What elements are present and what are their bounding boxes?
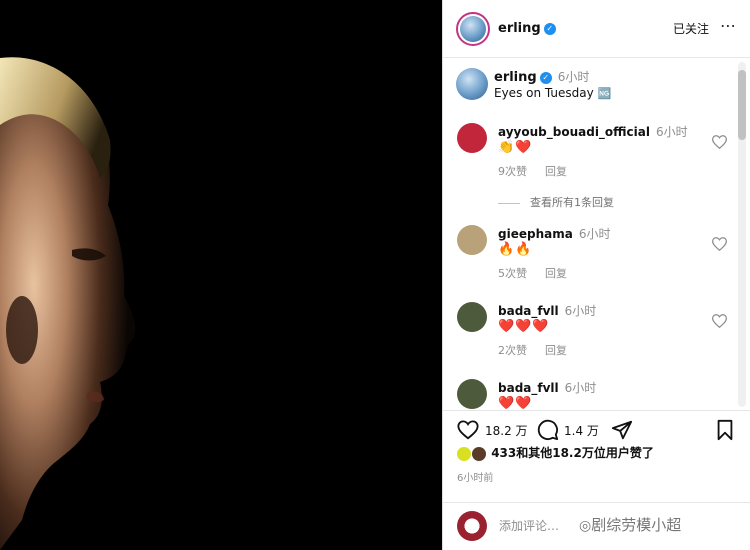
comment-likes[interactable]: 2次赞 [498,344,527,357]
commenter-username[interactable]: ayyoub_bouadi_official 6小时 [498,123,688,140]
commenter-avatar[interactable] [457,123,487,153]
caption-time: 6小时 [557,70,590,84]
commenter-username[interactable]: gieephama 6小时 [498,225,610,242]
comment-time: 6小时 [564,381,597,395]
view-replies-button[interactable]: 查看所有1条回复 [498,194,614,210]
watermark-text: ◎剧综劳模小超 [579,516,682,534]
like-heart-icon[interactable] [457,419,479,441]
comment-icon[interactable] [537,419,559,441]
comment-item: bada_fvll 6小时 ❤️❤️❤️ 2次赞 回复 [443,302,733,372]
following-button[interactable]: 已关注 [673,20,709,37]
reply-button[interactable]: 回复 [545,165,567,178]
post-header: erling ✓ 已关注 ⋯ [443,0,750,58]
comment-text: 👏❤️ [498,140,533,155]
liked-by-text[interactable]: 433和其他18.2万位用户赞了 [491,446,654,460]
liked-by-summary[interactable]: 433和其他18.2万位用户赞了 [457,444,654,461]
caption-username[interactable]: erling [494,70,537,85]
comment-likes[interactable]: 9次赞 [498,165,527,178]
verified-icon: ✓ [539,71,552,84]
caption-header: erling ✓ 6小时 [494,68,589,85]
comment-meta: 5次赞 回复 [498,265,585,281]
commenter-avatar[interactable] [457,225,487,255]
commenter-username[interactable]: bada_fvll 6小时 [498,302,596,319]
author-avatar[interactable] [456,12,490,46]
comment-text: ❤️❤️ [498,396,533,409]
reply-button[interactable]: 回复 [545,344,567,357]
verified-icon: ✓ [543,22,556,35]
post-image [0,0,442,550]
heart-icon[interactable] [712,135,727,149]
comment-text: ❤️❤️❤️ [498,319,550,334]
portrait-photo [0,0,442,550]
caption-text-body: Eyes on Tuesday [494,86,594,100]
comment-input-bar: 添加评论… ◎剧综劳模小超 [443,502,750,550]
comment-likes[interactable]: 5次赞 [498,267,527,280]
comment-time: 6小时 [564,304,597,318]
post-detail-panel: erling ✓ 已关注 ⋯ erling ✓ 6小时 Eyes on Tuesday… [442,0,750,550]
commenter-username[interactable]: bada_fvll 6小时 [498,379,596,396]
comment-text: 🔥🔥 [498,242,533,257]
caption-author-avatar[interactable] [456,68,488,100]
liker-avatar [457,446,471,461]
author-username[interactable]: erling ✓ [498,21,556,36]
liker-avatar [472,446,486,461]
heart-icon[interactable] [712,314,727,328]
like-count: 18.2 万 [485,424,528,438]
comment-count: 1.4 万 [564,424,599,438]
posted-time: 6小时前 [457,473,494,484]
divider-line [498,202,520,204]
weibo-logo-icon: ◎ [579,518,592,534]
current-user-avatar [457,511,487,541]
caption-text: Eyes on Tuesday 🆖 [494,86,611,100]
caption-emoji: 🆖 [597,87,612,100]
comment-time: 6小时 [578,227,611,241]
author-username-text[interactable]: erling [498,21,541,36]
comment-item: bada_fvll 6小时 ❤️❤️ [443,379,733,409]
comment-item: gieephama 6小时 🔥🔥 5次赞 回复 [443,225,733,295]
reply-button[interactable]: 回复 [545,267,567,280]
share-icon[interactable] [611,419,633,441]
comment-time: 6小时 [656,125,688,139]
commenter-avatar[interactable] [457,302,487,332]
scrollbar-thumb[interactable] [738,70,746,140]
more-options-icon[interactable]: ⋯ [720,16,737,35]
comment-meta: 2次赞 回复 [498,342,585,358]
commenter-avatar[interactable] [457,379,487,409]
comments-scrollbar[interactable] [738,62,746,407]
comment-item: ayyoub_bouadi_official 6小时 👏❤️ 9次赞 回复 [443,123,733,193]
bookmark-icon[interactable] [715,419,735,441]
comment-meta: 9次赞 回复 [498,163,585,179]
heart-icon[interactable] [712,237,727,251]
add-comment-input[interactable]: 添加评论… [499,517,559,534]
